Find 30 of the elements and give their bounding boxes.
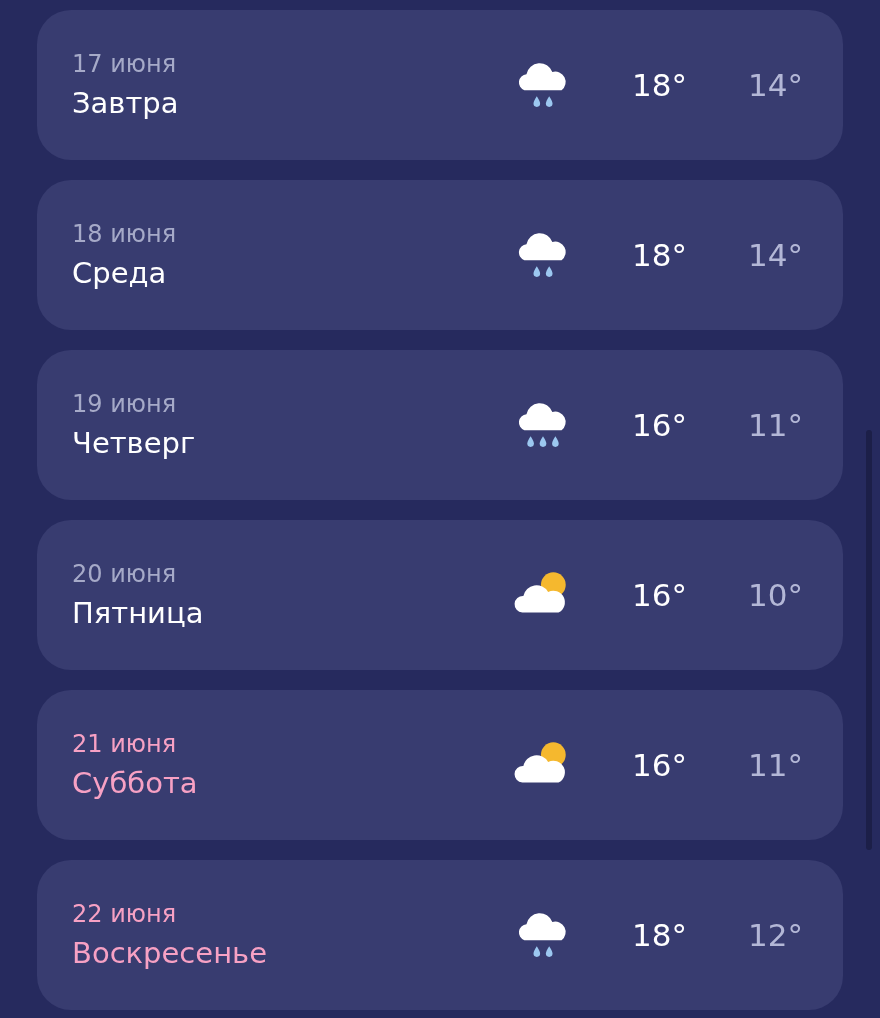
high-temperature: 16° — [632, 407, 688, 443]
high-temperature: 16° — [632, 577, 688, 613]
day-card[interactable]: 19 июня Четверг 16° 11° — [37, 350, 843, 500]
day-card[interactable]: 21 июня Суббота 16° 11° — [37, 690, 843, 840]
low-temperature: 12° — [748, 917, 803, 953]
day-name: Среда — [72, 256, 168, 290]
low-temperature: 14° — [748, 67, 803, 103]
day-name: Воскресенье — [72, 936, 269, 970]
day-card[interactable]: 22 июня Воскресенье 18° 12° — [37, 860, 843, 1010]
high-temperature: 18° — [632, 67, 688, 103]
day-card[interactable]: 17 июня Завтра 18° 14° — [37, 10, 843, 160]
low-temperature: 14° — [748, 237, 803, 273]
day-card[interactable]: 18 июня Среда 18° 14° — [37, 180, 843, 330]
date-label: 22 июня — [72, 900, 178, 928]
low-temperature: 11° — [748, 747, 803, 783]
high-temperature: 16° — [632, 747, 688, 783]
date-label: 21 июня — [72, 730, 178, 758]
date-label: 18 июня — [72, 220, 178, 248]
low-temperature: 10° — [748, 577, 803, 613]
date-label: 20 июня — [72, 560, 178, 588]
day-name: Четверг — [72, 426, 197, 460]
day-name: Завтра — [72, 86, 180, 120]
high-temperature: 18° — [632, 237, 688, 273]
low-temperature: 11° — [748, 407, 803, 443]
date-label: 19 июня — [72, 390, 178, 418]
day-name: Пятница — [72, 596, 205, 630]
date-label: 17 июня — [72, 50, 178, 78]
high-temperature: 18° — [632, 917, 688, 953]
day-card[interactable]: 20 июня Пятница 16° 10° — [37, 520, 843, 670]
day-name: Суббота — [72, 766, 199, 800]
